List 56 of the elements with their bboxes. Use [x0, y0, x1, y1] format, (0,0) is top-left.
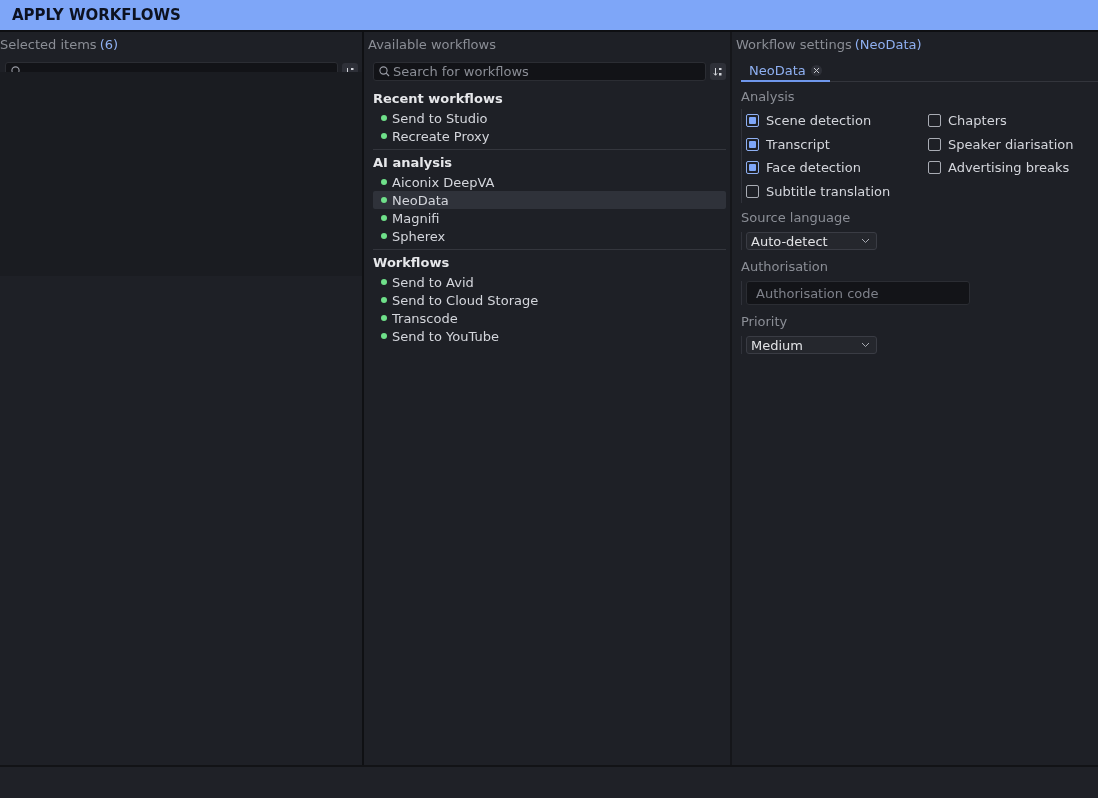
workflow-item[interactable]: Transcode [373, 309, 726, 327]
status-dot-icon [381, 279, 387, 285]
tab[interactable]: NeoData [741, 61, 830, 82]
status-dot-icon [381, 233, 387, 239]
item-count: (6) [99, 37, 119, 52]
status-dot-icon [381, 133, 387, 139]
panel-title: Workflow settings [736, 37, 852, 52]
checkbox-label: Transcript [766, 136, 830, 152]
status-dot-icon [381, 315, 387, 321]
checkbox[interactable] [746, 137, 759, 151]
section-label: Source language [741, 209, 852, 227]
workflow-item[interactable]: Recreate Proxy [373, 127, 726, 145]
workflow-item[interactable]: Send to Cloud Storage [373, 291, 726, 309]
sort-button[interactable] [710, 63, 726, 80]
workflow-item[interactable]: Send to YouTube [373, 327, 726, 345]
window-title: APPLY WORKFLOWS [12, 6, 181, 24]
section-label: Priority [741, 313, 789, 331]
status-dot-icon [381, 197, 387, 203]
checkbox-label: Subtitle translation [766, 183, 891, 199]
dropdown[interactable]: Auto-detect [746, 232, 877, 250]
checkbox[interactable] [746, 114, 759, 128]
panel-title: Available workflows [368, 37, 496, 52]
status-dot-icon [381, 215, 387, 221]
workflow-name: (NeoData) [854, 37, 922, 52]
group-heading: AI analysis [373, 154, 454, 172]
input-field[interactable]: Authorisation code [746, 281, 970, 305]
workflow-item[interactable]: Magnifi [373, 209, 726, 227]
dropdown[interactable]: Medium [746, 336, 877, 354]
checkbox[interactable] [746, 161, 759, 175]
caret-icon [861, 342, 870, 348]
workflow-item[interactable]: Send to Studio [373, 109, 726, 127]
checkbox[interactable] [928, 161, 941, 175]
checkbox-label: Face detection [766, 160, 861, 176]
workflow-item[interactable]: NeoData [373, 191, 726, 209]
caret-icon [861, 238, 870, 244]
group-heading: Workflows [373, 254, 451, 272]
checkbox[interactable] [928, 137, 941, 151]
checkbox-label: Speaker diarisation [948, 136, 1074, 152]
group-heading: Recent workflows [373, 90, 504, 108]
status-dot-icon [381, 115, 387, 121]
checkbox-label: Advertising breaks [948, 160, 1070, 176]
workflow-item[interactable]: Spherex [373, 227, 726, 245]
search-field[interactable]: Search for workflows [373, 62, 706, 81]
checkbox[interactable] [928, 114, 941, 128]
panel-title: Selected items [0, 37, 97, 52]
close-icon[interactable] [810, 65, 822, 76]
workflow-item[interactable]: Send to Avid [373, 273, 726, 291]
status-dot-icon [381, 333, 387, 339]
section-label: Authorisation [741, 258, 830, 276]
checkbox[interactable] [746, 184, 759, 198]
status-dot-icon [381, 179, 387, 185]
status-dot-icon [381, 297, 387, 303]
checkbox-label: Scene detection [766, 113, 872, 129]
checkbox-label: Chapters [948, 113, 1007, 129]
section-label: Analysis [741, 88, 796, 106]
workflow-item[interactable]: Aiconix DeepVA [373, 173, 726, 191]
